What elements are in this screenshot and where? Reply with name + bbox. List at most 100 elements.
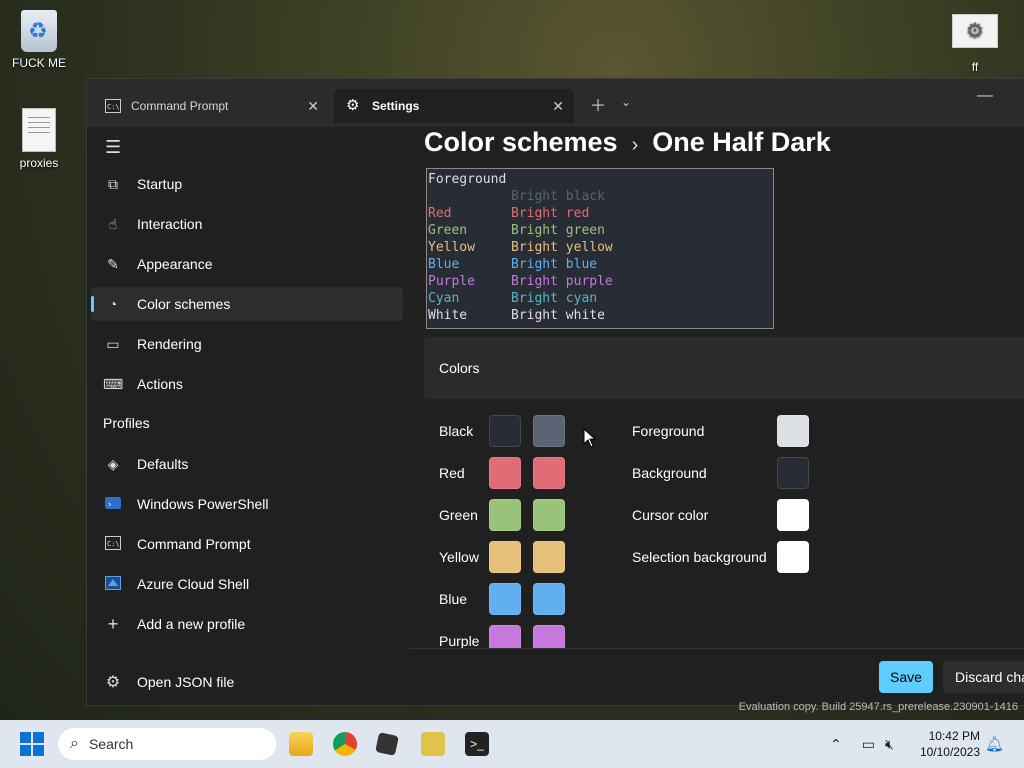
sidebar-item-interaction[interactable]: ☝ Interaction: [91, 207, 403, 241]
windows-start-icon[interactable]: [20, 732, 44, 756]
sidebar-item-azure-cloud-shell[interactable]: Azure Cloud Shell: [91, 567, 403, 601]
color-swatch[interactable]: [777, 415, 809, 447]
svg-text:C:\: C:\: [107, 540, 120, 548]
desktop-icon-ff[interactable]: ⚙ ff: [940, 14, 1010, 74]
sidebar-item-label: Interaction: [137, 216, 203, 232]
color-swatch-normal[interactable]: [489, 583, 521, 615]
chrome-icon[interactable]: [333, 732, 357, 756]
close-icon[interactable]: ✕: [307, 98, 319, 115]
sidebar-item-label: Appearance: [137, 256, 213, 272]
color-swatch-bright[interactable]: [533, 499, 565, 531]
preview-bright-text: Bright purple: [511, 274, 613, 289]
monitor-icon: ▭: [106, 335, 120, 352]
color-row-purple: Purple: [439, 625, 577, 649]
profiles-header: Profiles: [103, 415, 150, 431]
svg-text:C:\: C:\: [107, 103, 120, 111]
color-swatch-bright[interactable]: [533, 625, 565, 649]
preview-normal-text: Blue: [428, 257, 460, 272]
taskbar-clock[interactable]: 10:42 PM 10/10/2023: [920, 728, 980, 760]
desktop-icon-recycle-bin[interactable]: FUCK ME: [4, 10, 74, 70]
tab-label: Command Prompt: [131, 99, 229, 113]
chevron-down-icon[interactable]: ⌄: [621, 95, 631, 109]
color-swatch-bright[interactable]: [533, 541, 565, 573]
sidebar-item-label: Windows PowerShell: [137, 496, 269, 512]
desktop-icon-label: proxies: [19, 156, 59, 170]
clock-date: 10/10/2023: [919, 745, 980, 759]
open-json-button[interactable]: ⚙ Open JSON file: [91, 665, 403, 699]
color-row-cursor-color: Cursor color: [632, 499, 809, 531]
preview-row: Green Bright green: [427, 222, 773, 239]
keyboard-icon: ⌨: [103, 375, 124, 392]
color-scheme-preview: Foreground Bright black Red Bright red Gree…: [426, 168, 774, 329]
gear-icon: ⚙: [105, 674, 121, 691]
bee-app-icon[interactable]: [421, 732, 445, 756]
file-explorer-icon[interactable]: [289, 732, 313, 756]
color-row-green: Green: [439, 499, 577, 531]
color-swatch[interactable]: [777, 541, 809, 573]
color-label: Purple: [439, 633, 480, 649]
sidebar-item-color-schemes[interactable]: ◔ Color schemes: [91, 287, 403, 321]
sidebar-item-label: Rendering: [137, 336, 202, 352]
text-file-icon: [22, 108, 56, 152]
preview-bright-text: Bright white: [511, 308, 605, 323]
desktop-icon-label: FUCK ME: [12, 56, 66, 70]
sidebar-item-label: Actions: [137, 376, 183, 392]
desktop-icon-proxies[interactable]: proxies: [4, 108, 74, 170]
tab-settings[interactable]: ⚙ Settings ✕: [334, 89, 574, 123]
color-swatch-normal[interactable]: [489, 625, 521, 649]
sidebar-item-add-profile[interactable]: + Add a new profile: [91, 607, 403, 641]
preview-normal-text: Cyan: [428, 291, 460, 306]
sidebar-item-windows-powershell[interactable]: › Windows PowerShell: [91, 487, 403, 521]
color-label: Blue: [439, 591, 468, 607]
colors-section-header: Colors: [424, 337, 1024, 399]
color-swatch-normal[interactable]: [489, 415, 521, 447]
color-row-red: Red: [439, 457, 577, 489]
close-icon[interactable]: ✕: [552, 98, 564, 115]
sidebar-item-appearance[interactable]: ✎ Appearance: [91, 247, 403, 281]
sidebar-item-label: Command Prompt: [137, 536, 251, 552]
preview-normal-text: Yellow: [428, 240, 475, 255]
color-swatch-bright[interactable]: [533, 583, 565, 615]
sidebar-item-defaults[interactable]: ◈ Defaults: [91, 447, 403, 481]
network-icon[interactable]: ▭: [862, 736, 875, 753]
sidebar-item-actions[interactable]: ⌨ Actions: [91, 367, 403, 401]
azure-icon: [103, 575, 123, 593]
sidebar-item-rendering[interactable]: ▭ Rendering: [91, 327, 403, 361]
color-swatch-bright[interactable]: [533, 415, 565, 447]
color-swatch-bright[interactable]: [533, 457, 565, 489]
breadcrumb: Color schemes › One Half Dark: [424, 127, 831, 158]
minimize-button[interactable]: —: [977, 87, 993, 105]
hamburger-menu-icon[interactable]: ☰: [105, 137, 121, 158]
color-label: Yellow: [439, 549, 479, 565]
preview-row: Blue Bright blue: [427, 256, 773, 273]
chevron-up-icon[interactable]: ⌃: [830, 736, 842, 753]
notification-bell-icon[interactable]: 🔔︎: [985, 735, 1004, 753]
roblox-icon[interactable]: [375, 732, 399, 756]
preview-row: Cyan Bright cyan: [427, 290, 773, 307]
gear-icon: ⚙: [346, 97, 360, 114]
color-swatch[interactable]: [777, 457, 809, 489]
sidebar-item-command-prompt[interactable]: C:\ Command Prompt: [91, 527, 403, 561]
color-swatch[interactable]: [777, 499, 809, 531]
preview-foreground: Foreground: [428, 172, 507, 187]
color-label: Green: [439, 507, 478, 523]
layers-icon: ◈: [107, 455, 119, 472]
sidebar-item-startup[interactable]: ⧉ Startup: [91, 167, 403, 201]
color-swatch-normal[interactable]: [489, 499, 521, 531]
volume-muted-icon[interactable]: 🔇︎: [885, 736, 894, 753]
plus-icon: +: [107, 613, 119, 634]
tab-command-prompt[interactable]: C:\ Command Prompt ✕: [87, 89, 329, 123]
discard-changes-button[interactable]: Discard cha: [943, 661, 1024, 693]
system-tray: ⌃ ▭ 🔇︎: [830, 720, 894, 768]
color-swatch-normal[interactable]: [489, 541, 521, 573]
taskbar-search[interactable]: ⌕ Search: [58, 728, 276, 760]
color-row-background: Background: [632, 457, 809, 489]
new-tab-button[interactable]: ＋: [590, 92, 606, 116]
color-swatch-normal[interactable]: [489, 457, 521, 489]
terminal-icon[interactable]: >_: [465, 732, 489, 756]
breadcrumb-parent[interactable]: Color schemes: [424, 127, 618, 157]
terminal-window: C:\ Command Prompt ✕ ⚙ Settings ✕ ＋ ⌄ — …: [86, 78, 1024, 706]
startup-icon: ⧉: [108, 175, 118, 192]
save-button[interactable]: Save: [879, 661, 933, 693]
preview-row: Yellow Bright yellow: [427, 239, 773, 256]
